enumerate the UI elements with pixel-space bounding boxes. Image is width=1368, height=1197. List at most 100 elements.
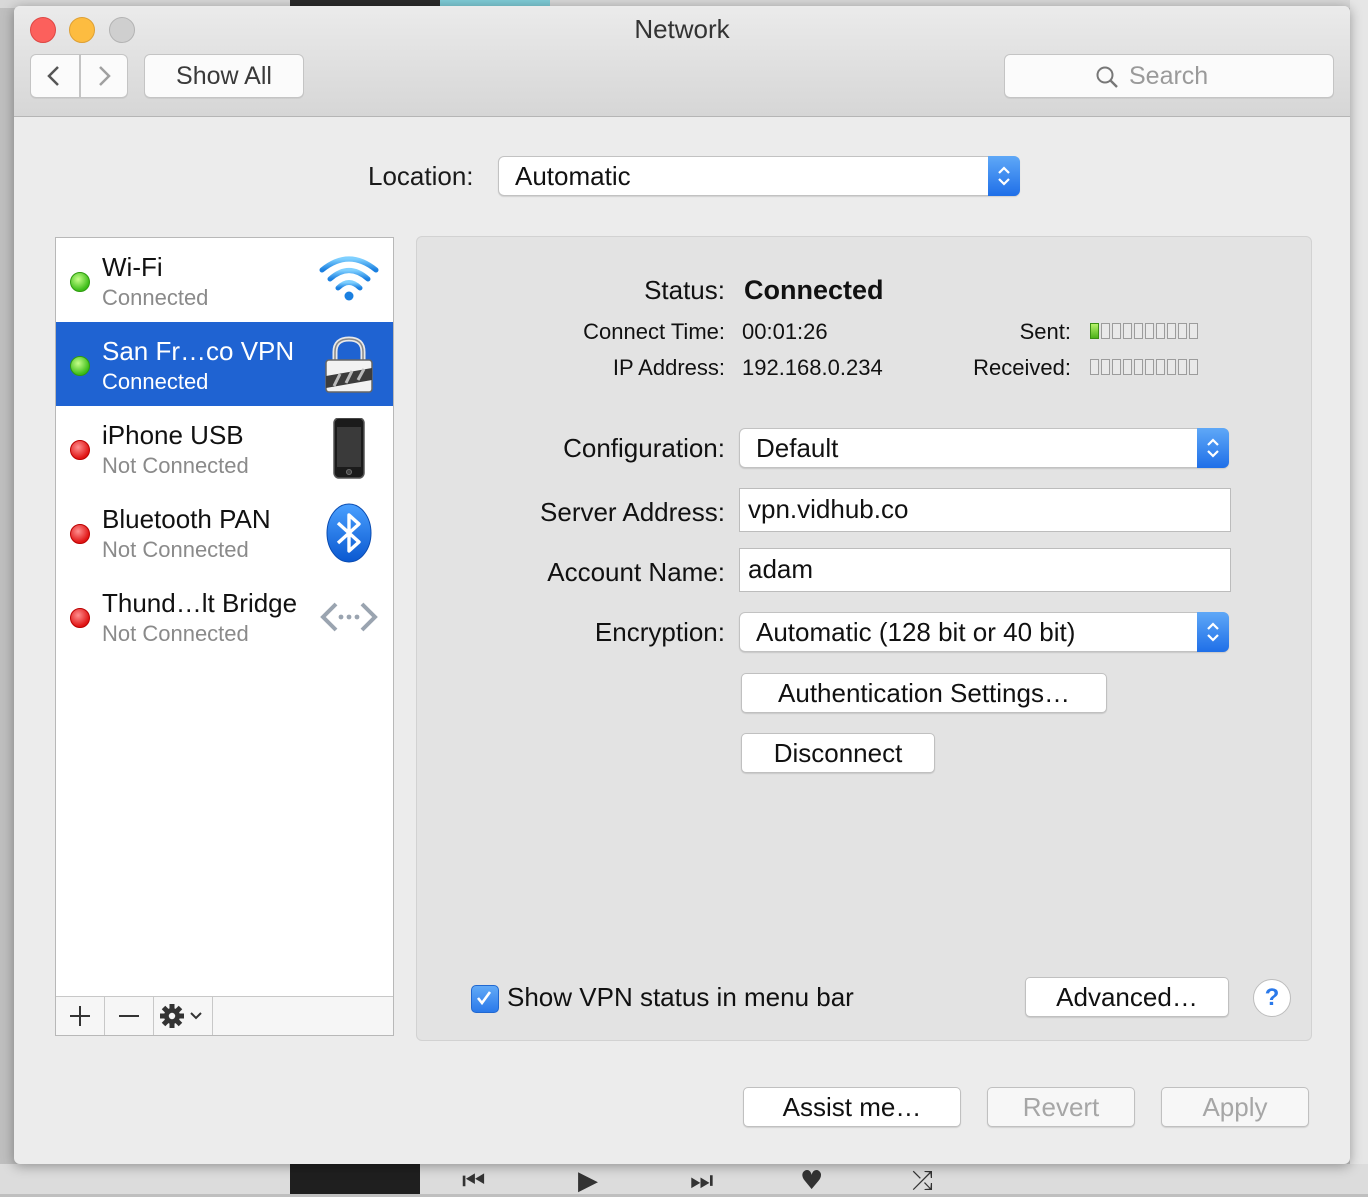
add-service-button[interactable] <box>56 997 105 1035</box>
service-item-thunderbolt-bridge[interactable]: Thund…lt Bridge Not Connected <box>56 574 393 658</box>
location-value: Automatic <box>515 161 631 191</box>
service-name: Wi-Fi <box>102 252 163 282</box>
status-indicator-connected <box>70 272 90 292</box>
encryption-label: Encryption: <box>594 617 725 647</box>
shuffle-icon: ⤮ <box>912 1166 933 1196</box>
configuration-label: Configuration: <box>563 433 725 463</box>
server-address-input[interactable] <box>748 489 1218 529</box>
meter-segment <box>1123 359 1132 375</box>
network-preferences-window: Network Show All Search Location: Automa… <box>14 6 1350 1164</box>
plus-icon <box>70 1006 90 1026</box>
service-name: Bluetooth PAN <box>102 504 271 534</box>
help-button[interactable]: ? <box>1253 979 1291 1017</box>
status-label: Status: <box>644 275 725 305</box>
service-item-wifi[interactable]: Wi-Fi Connected <box>56 238 393 322</box>
location-popup[interactable]: Automatic <box>498 156 1020 196</box>
vpn-detail-panel: Status: Connected Connect Time: 00:01:26… <box>416 236 1312 1041</box>
forward-button[interactable] <box>80 54 128 98</box>
assist-me-button[interactable]: Assist me… <box>743 1087 961 1127</box>
server-address-field[interactable] <box>739 488 1231 532</box>
service-name: Thund…lt Bridge <box>102 588 298 618</box>
meter-segment <box>1167 359 1176 375</box>
meter-segment <box>1167 323 1176 339</box>
received-label: Received: <box>973 355 1071 380</box>
connect-time-label: Connect Time: <box>583 319 725 344</box>
meter-segment <box>1101 359 1110 375</box>
heart-icon: ♥ <box>800 1166 824 1196</box>
server-address-label: Server Address: <box>540 497 725 527</box>
remove-service-button[interactable] <box>104 997 154 1035</box>
authentication-settings-button[interactable]: Authentication Settings… <box>741 673 1107 713</box>
status-indicator-disconnected <box>70 440 90 460</box>
title-bar: Network Show All Search <box>14 6 1350 117</box>
received-activity-meter <box>1090 359 1198 375</box>
meter-segment <box>1090 359 1099 375</box>
show-all-button[interactable]: Show All <box>144 54 304 98</box>
service-status: Not Connected <box>102 621 249 646</box>
meter-segment <box>1189 359 1198 375</box>
account-name-field[interactable] <box>739 548 1231 592</box>
status-value: Connected <box>744 275 884 305</box>
account-name-input[interactable] <box>748 549 1218 589</box>
meter-segment <box>1090 323 1099 339</box>
service-name: iPhone USB <box>102 420 244 450</box>
service-status: Connected <box>102 369 209 394</box>
meter-segment <box>1145 359 1154 375</box>
back-button[interactable] <box>30 54 80 98</box>
fast-forward-icon: ⏭ <box>690 1166 714 1196</box>
window-title: Network <box>634 14 730 44</box>
service-list-toolbar <box>56 996 393 1035</box>
popup-stepper-icon <box>1197 612 1229 652</box>
meter-segment <box>1112 359 1121 375</box>
service-item-iphone-usb[interactable]: iPhone USB Not Connected <box>56 406 393 490</box>
meter-segment <box>1134 323 1143 339</box>
show-vpn-status-label: Show VPN status in menu bar <box>507 982 854 1012</box>
minus-icon <box>118 1015 139 1017</box>
sent-label: Sent: <box>1019 319 1071 344</box>
service-list: Wi-Fi Connected San Fr…co VPN Connected <box>55 237 394 1036</box>
wifi-icon <box>319 256 379 301</box>
service-status: Connected <box>102 285 209 310</box>
disconnect-button[interactable]: Disconnect <box>741 733 935 773</box>
chevron-right-icon <box>99 66 111 86</box>
encryption-value: Automatic (128 bit or 40 bit) <box>756 617 1076 647</box>
meter-segment <box>1101 323 1110 339</box>
status-indicator-disconnected <box>70 524 90 544</box>
account-name-label: Account Name: <box>547 557 725 587</box>
thunderbolt-bridge-icon <box>320 602 378 632</box>
chevron-left-icon <box>47 66 59 86</box>
configuration-popup[interactable]: Default <box>739 428 1229 468</box>
bluetooth-icon <box>326 503 372 563</box>
connect-time-value: 00:01:26 <box>742 319 828 344</box>
background-media-art <box>290 1164 420 1194</box>
meter-segment <box>1156 359 1165 375</box>
action-menu-button[interactable] <box>153 997 213 1035</box>
popup-stepper-icon <box>988 156 1020 196</box>
status-indicator-disconnected <box>70 608 90 628</box>
meter-segment <box>1178 359 1187 375</box>
configuration-value: Default <box>756 433 839 463</box>
play-icon: ▶ <box>578 1166 598 1196</box>
meter-segment <box>1178 323 1187 339</box>
encryption-popup[interactable]: Automatic (128 bit or 40 bit) <box>739 612 1229 652</box>
advanced-button[interactable]: Advanced… <box>1025 977 1229 1017</box>
apply-button[interactable]: Apply <box>1161 1087 1309 1127</box>
revert-button[interactable]: Revert <box>987 1087 1135 1127</box>
background-window-edge <box>1350 0 1368 1194</box>
ip-address-label: IP Address: <box>612 355 725 380</box>
rewind-icon: ⏮ <box>462 1166 486 1196</box>
meter-segment <box>1189 323 1198 339</box>
meter-segment <box>1145 323 1154 339</box>
sent-activity-meter <box>1090 323 1198 339</box>
search-field[interactable]: Search <box>1004 54 1334 98</box>
show-vpn-status-checkbox[interactable] <box>471 985 499 1013</box>
status-indicator-connected <box>70 356 90 376</box>
service-item-bluetooth-pan[interactable]: Bluetooth PAN Not Connected <box>56 490 393 574</box>
meter-segment <box>1112 323 1121 339</box>
background-media-bar <box>0 1164 1368 1194</box>
service-item-vpn[interactable]: San Fr…co VPN Connected <box>56 322 393 406</box>
service-status: Not Connected <box>102 453 249 478</box>
location-label: Location: <box>368 161 474 191</box>
iphone-icon <box>333 418 365 479</box>
gear-icon <box>159 1004 202 1028</box>
